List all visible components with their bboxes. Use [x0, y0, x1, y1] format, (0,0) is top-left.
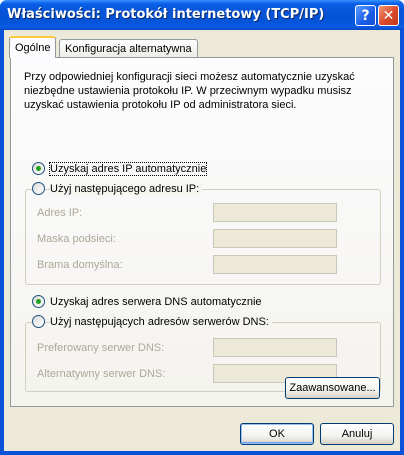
- radio-selected-icon: [32, 295, 45, 308]
- preferred-dns-field[interactable]: [213, 338, 337, 357]
- cancel-button-label: Anuluj: [341, 428, 373, 440]
- ok-button-label: OK: [269, 428, 285, 440]
- tab-alternate-config[interactable]: Konfiguracja alternatywna: [59, 39, 198, 58]
- alternate-dns-label: Alternatywny serwer DNS:: [37, 368, 166, 380]
- tab-alternate-config-label: Konfiguracja alternatywna: [65, 43, 192, 55]
- cancel-button[interactable]: Anuluj: [320, 423, 394, 445]
- radio-empty-icon: [32, 182, 45, 195]
- advanced-button-label: Zaawansowane...: [289, 382, 376, 394]
- dns-manual-radio[interactable]: Użyj następujących adresów serwerów DNS:: [32, 315, 272, 328]
- help-button[interactable]: ?: [355, 5, 376, 26]
- close-icon: ✕: [382, 7, 395, 24]
- description-text: Przy odpowiedniej konfiguracji sieci moż…: [24, 71, 355, 111]
- preferred-dns-label: Preferowany serwer DNS:: [37, 342, 165, 354]
- dialog-body: Ogólne Konfiguracja alternatywna Przy od…: [4, 30, 400, 451]
- dns-auto-label: Uzyskaj adres serwera DNS automatycznie: [50, 295, 262, 308]
- ok-button[interactable]: OK: [240, 423, 314, 445]
- radio-selected-icon: [32, 162, 45, 175]
- dns-manual-label: Użyj następujących adresów serwerów DNS:: [50, 315, 272, 328]
- ip-address-label: Adres IP:: [37, 207, 83, 219]
- ip-auto-radio[interactable]: Uzyskaj adres IP automatycznie: [32, 161, 208, 176]
- tab-general[interactable]: Ogólne: [9, 36, 57, 58]
- ip-manual-label: Użyj następującego adresu IP:: [50, 182, 203, 195]
- tab-general-label: Ogólne: [15, 42, 51, 54]
- close-button[interactable]: ✕: [378, 5, 399, 26]
- subnet-mask-field[interactable]: [213, 229, 337, 248]
- gateway-field[interactable]: [213, 255, 337, 274]
- dialog-window: Właściwości: Protokół internetowy (TCP/I…: [0, 0, 404, 455]
- advanced-button[interactable]: Zaawansowane...: [285, 377, 380, 399]
- general-tab-panel: Przy odpowiedniej konfiguracji sieci moż…: [10, 57, 394, 407]
- ip-address-field[interactable]: [213, 203, 337, 222]
- gateway-label: Brama domyślna:: [37, 259, 123, 271]
- ip-auto-label: Uzyskaj adres IP automatycznie: [48, 161, 208, 176]
- help-icon: ?: [361, 7, 370, 24]
- radio-empty-icon: [32, 315, 45, 328]
- title-bar[interactable]: Właściwości: Protokół internetowy (TCP/I…: [0, 0, 404, 30]
- ip-manual-radio[interactable]: Użyj następującego adresu IP:: [32, 182, 203, 195]
- subnet-mask-label: Maska podsieci:: [37, 233, 116, 245]
- dns-auto-radio[interactable]: Uzyskaj adres serwera DNS automatycznie: [32, 295, 262, 308]
- window-title: Właściwości: Protokół internetowy (TCP/I…: [7, 7, 325, 22]
